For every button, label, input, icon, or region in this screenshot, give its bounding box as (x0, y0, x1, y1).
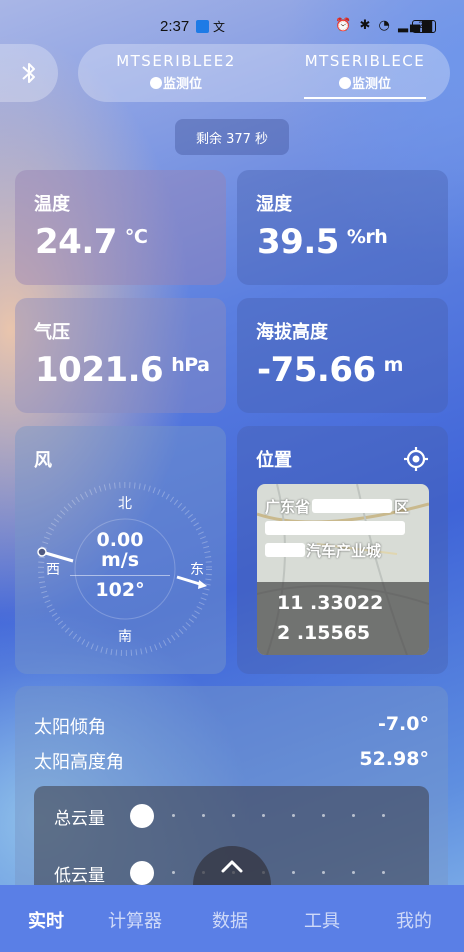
status-bar: 2:37 文 ⏰ ✱ ◔ ▂▄▆ 24 (0, 0, 464, 40)
location-card[interactable]: 位置 广东省 区 汽车产业城 11 .33022 2 .15565 (237, 426, 448, 674)
selected-underline (304, 97, 426, 99)
location-label: 位置 (256, 450, 292, 471)
compass-south: 南 (118, 629, 132, 645)
altitude-value: -75.66 (257, 350, 376, 390)
device-sub: 监测位 (162, 77, 202, 92)
device-name: MTSERIBLEE2 (116, 52, 236, 70)
pressure-value: 1021.6 (35, 350, 164, 390)
bluetooth-button[interactable] (0, 44, 58, 102)
address-line-1-end: 区 (394, 498, 410, 516)
location-address: 广东省 区 汽车产业城 (265, 496, 425, 562)
coordinates-panel: 11 .33022 2 .15565 (257, 582, 429, 655)
pressure-label: 气压 (34, 322, 70, 343)
device-selector: MTSERIBLEE2 监测位 MTSERIBLECE 监测位 (78, 44, 450, 102)
nav-mine[interactable]: 我的 (396, 907, 432, 933)
total-cloud-thumb[interactable] (130, 804, 154, 828)
altitude-card[interactable]: 海拔高度 -75.66 m (237, 298, 448, 413)
compass-west: 西 (46, 562, 60, 578)
device-sub: 监测位 (351, 77, 391, 92)
temperature-card[interactable]: 温度 24.7 ℃ (15, 170, 226, 285)
low-cloud-slider[interactable] (142, 871, 402, 875)
wind-label: 风 (34, 450, 52, 471)
sun-tilt-row: 太阳倾角 -7.0° (34, 713, 429, 739)
sun-tilt-label: 太阳倾角 (34, 717, 106, 738)
compass-east: 东 (190, 562, 204, 578)
nav-realtime[interactable]: 实时 (28, 907, 64, 933)
nav-data[interactable]: 数据 (212, 907, 248, 933)
total-cloud-slider[interactable] (142, 814, 402, 818)
sun-elevation-row: 太阳高度角 52.98° (34, 748, 429, 774)
humidity-unit: %rh (346, 226, 388, 248)
battery-icon: 24 (412, 20, 436, 33)
remaining-time-badge: 剩余 377 秒 (175, 119, 289, 155)
total-cloud-label: 总云量 (54, 809, 105, 829)
device-name: MTSERIBLECE (304, 52, 426, 70)
address-line-3: 汽车产业城 (306, 542, 382, 560)
temperature-unit: ℃ (124, 226, 148, 248)
device-tab-1[interactable]: MTSERIBLEE2 监测位 (106, 52, 246, 92)
altitude-unit: m (383, 354, 404, 376)
redacted-mark (149, 77, 162, 89)
pressure-unit: hPa (171, 354, 210, 376)
temperature-label: 温度 (34, 194, 70, 215)
bottom-nav: 实时 计算器 数据 工具 我的 (0, 885, 464, 952)
latitude-value: 2 .15565 (277, 622, 371, 644)
humidity-label: 湿度 (256, 194, 292, 215)
app-notification-icon (196, 20, 209, 33)
temperature-value: 24.7 (35, 222, 117, 262)
address-line-1: 广东省 (265, 498, 311, 516)
ime-indicator: 文 (213, 20, 226, 34)
compass-north: 北 (118, 496, 132, 512)
sun-elevation-label: 太阳高度角 (34, 752, 124, 773)
nav-calculator[interactable]: 计算器 (108, 907, 162, 933)
low-cloud-label: 低云量 (54, 866, 105, 886)
redacted-mark (338, 77, 351, 89)
humidity-card[interactable]: 湿度 39.5 %rh (237, 170, 448, 285)
location-map[interactable]: 广东省 区 汽车产业城 11 .33022 2 .15565 (257, 484, 429, 655)
divider (70, 575, 170, 576)
sun-elevation-value: 52.98° (359, 748, 429, 770)
nav-tools[interactable]: 工具 (304, 907, 340, 933)
wind-direction: 102° (95, 579, 145, 601)
sun-tilt-value: -7.0° (377, 713, 429, 735)
pressure-card[interactable]: 气压 1021.6 hPa (15, 298, 226, 413)
wind-speed-unit: m/s (100, 549, 140, 571)
longitude-value: 11 .33022 (277, 592, 384, 614)
humidity-value: 39.5 (257, 222, 339, 262)
wind-speed: 0.00 (96, 529, 144, 551)
total-cloud-row: 总云量 (54, 804, 414, 829)
altitude-label: 海拔高度 (256, 322, 328, 343)
chevron-up-icon (221, 860, 243, 873)
locate-icon[interactable] (403, 446, 429, 472)
bluetooth-icon (22, 63, 35, 83)
wind-card[interactable]: 风 北 南 西 东 0.00 m/s 102° (15, 426, 226, 674)
low-cloud-thumb[interactable] (130, 861, 154, 885)
device-tab-2[interactable]: MTSERIBLECE 监测位 (302, 52, 428, 99)
status-time: 2:37 (160, 18, 190, 35)
